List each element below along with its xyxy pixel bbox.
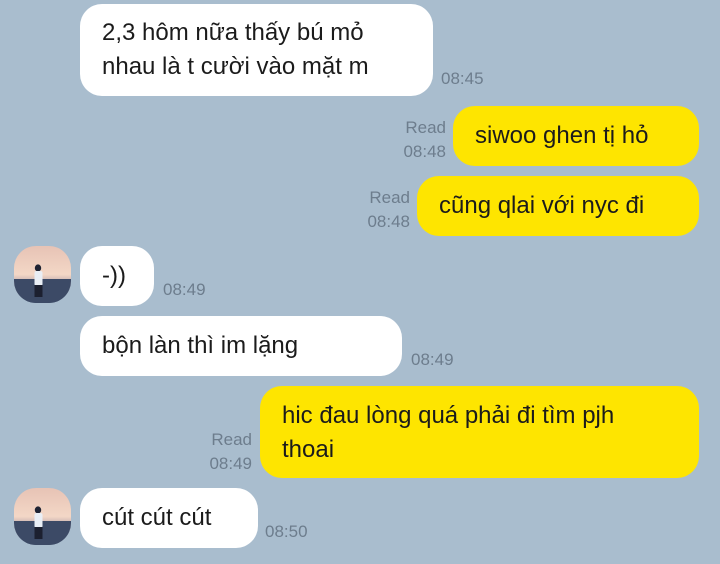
chat-thread: 2,3 hôm nữa thấy bú mỏ nhau là t cười và… <box>0 0 720 564</box>
avatar-image <box>14 246 71 303</box>
message-text: cút cút cút <box>102 504 212 531</box>
outgoing-message-bubble[interactable]: siwoo ghen tị hỏ <box>453 106 699 166</box>
avatar-image <box>14 488 71 545</box>
shushing-face-icon <box>306 330 338 430</box>
message-time: 08:48 <box>403 142 446 161</box>
outgoing-message-bubble[interactable]: hic đau lòng quá phải đi tìm pjh thoai <box>260 386 699 478</box>
read-receipt: Read <box>405 118 446 137</box>
message-meta: Read 08:49 <box>192 428 252 476</box>
incoming-message-bubble[interactable]: -)) <box>80 246 154 306</box>
message-text: bộn làn thì im lặng <box>102 332 299 359</box>
message-time: 08:45 <box>441 69 484 88</box>
incoming-message-bubble[interactable]: 2,3 hôm nữa thấy bú mỏ nhau là t cười và… <box>80 4 433 96</box>
message-text: -)) <box>102 262 126 289</box>
contact-avatar[interactable] <box>14 488 71 545</box>
read-receipt: Read <box>369 188 410 207</box>
message-time: 08:49 <box>163 280 206 299</box>
message-time: 08:48 <box>367 212 410 231</box>
message-text: siwoo ghen tị hỏ <box>475 122 649 149</box>
message-time: 08:49 <box>411 350 454 369</box>
outgoing-message-bubble[interactable]: cũng qlai với nyc đi <box>417 176 699 236</box>
message-text: hic đau lòng quá phải đi tìm pjh thoai <box>282 402 615 463</box>
read-receipt: Read <box>211 430 252 449</box>
message-meta: Read 08:48 <box>350 186 410 234</box>
message-time: 08:50 <box>265 522 308 541</box>
incoming-message-bubble[interactable]: bộn làn thì im lặng <box>80 316 402 430</box>
incoming-message-bubble[interactable]: cút cút cút <box>80 488 258 548</box>
message-text: 2,3 hôm nữa thấy bú mỏ nhau là t cười và… <box>102 19 369 80</box>
message-meta: Read 08:48 <box>386 116 446 164</box>
message-time: 08:49 <box>209 454 252 473</box>
message-text: cũng qlai với nyc đi <box>439 192 645 219</box>
contact-avatar[interactable] <box>14 246 71 303</box>
